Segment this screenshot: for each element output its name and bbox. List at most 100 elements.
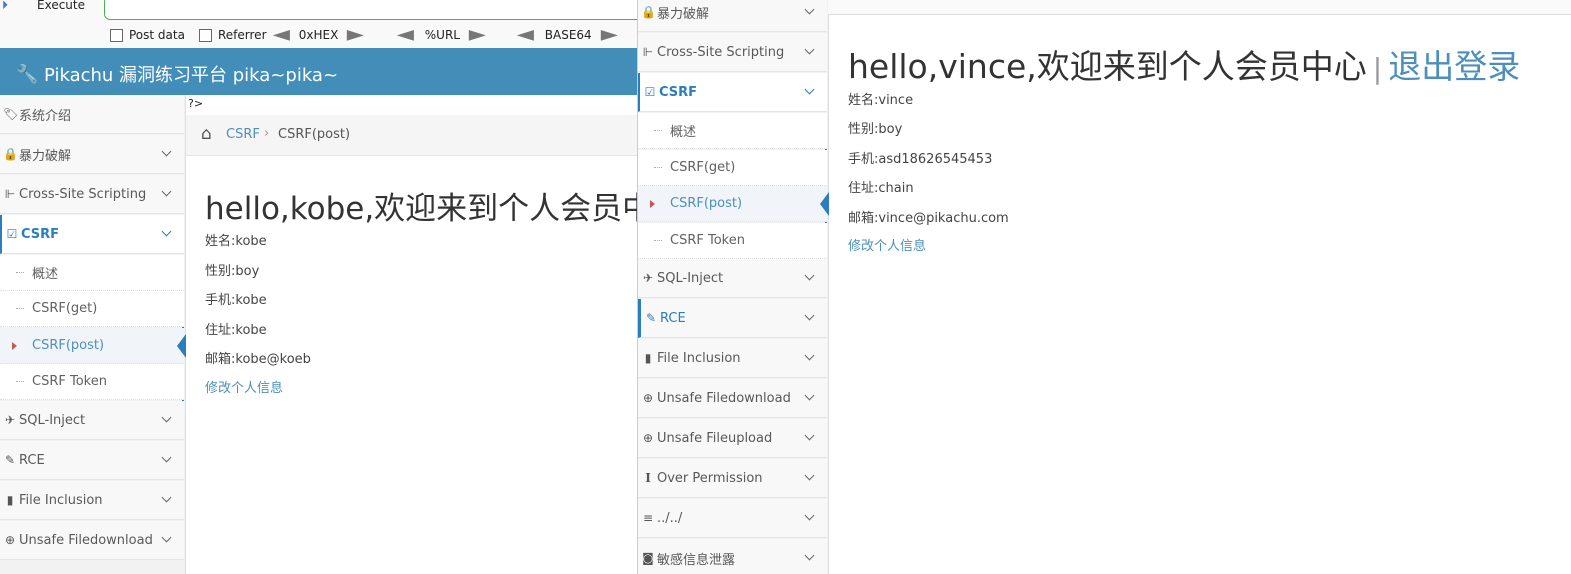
sidebar-item-intro[interactable]: 🏷 系统介绍 [0, 95, 184, 134]
user-address: 住址:kobe [205, 323, 267, 338]
active-pointer-icon [820, 192, 829, 216]
edit-icon: ☑ [644, 85, 656, 99]
chevron-down-icon [805, 393, 815, 403]
submenu-label: 概述 [32, 267, 59, 282]
sidebar-item-dir-traversal[interactable]: ≡ ../../ [638, 499, 827, 538]
sidebar-item-unsafe-filedownload[interactable]: ⊕ Unsafe Filedownload [0, 521, 184, 560]
chevron-down-icon [805, 473, 815, 483]
sidebar-item-label: RCE [660, 310, 686, 326]
sidebar-item-file-inclusion[interactable]: ▮ File Inclusion [638, 339, 827, 378]
referrer-checkbox[interactable]: Referrer [199, 28, 267, 42]
welcome-heading: hello,kobe,欢迎来到个人会员中 [205, 191, 640, 227]
plane-icon: ✈ [642, 271, 654, 285]
sidebar-item-csrf[interactable]: ☑ CSRF [638, 73, 827, 112]
file-icon: ▮ [6, 493, 14, 507]
sidebar-item-brute-force[interactable]: 🔒 暴力破解 [0, 135, 184, 174]
chevron-down-icon [805, 47, 815, 57]
chevron-down-icon [162, 535, 172, 545]
sidebar-item-label: Unsafe Filedownload [657, 390, 791, 406]
sidebar-item-sqli[interactable]: ✈ SQL-Inject [0, 401, 184, 440]
sidebar-item-label: Unsafe Fileupload [657, 430, 773, 446]
tag-icon: 🏷 [3, 107, 19, 121]
php-closing-tag: ?> [188, 97, 204, 110]
sidebar-item-unsafe-fileupload[interactable]: ⊕ Unsafe Fileupload [638, 419, 827, 458]
submenu-item-overview[interactable]: 概述 [0, 255, 184, 291]
submenu-label: CSRF Token [32, 374, 107, 389]
sidebar-item-over-permission[interactable]: I Over Permission [638, 459, 827, 498]
submenu-label: CSRF(post) [670, 196, 743, 211]
edit-profile-link[interactable]: 修改个人信息 [848, 235, 926, 254]
sidebar-item-sqli[interactable]: ✈ SQL-Inject [638, 259, 827, 298]
submenu-item-csrf-get[interactable]: CSRF(get) [638, 150, 827, 186]
csrf-submenu: 概述 CSRF(get) CSRF(post) CSRF Token [0, 255, 186, 401]
submenu-item-csrf-post[interactable]: CSRF(post) [638, 186, 829, 222]
submenu-item-csrf-token[interactable]: CSRF Token [638, 223, 827, 259]
sidebar-item-rce[interactable]: ✎ RCE [0, 441, 184, 480]
url-encode-button[interactable]: ◀ %URL ▶ [397, 27, 486, 43]
checkbox-box[interactable] [199, 28, 212, 42]
submenu-label: 概述 [670, 125, 697, 140]
sidebar-item-label: 暴力破解 [657, 6, 710, 22]
download-icon: ⊕ [4, 533, 16, 547]
post-data-checkbox[interactable]: Post data [110, 28, 185, 42]
sidebar-item-unsafe-filedownload[interactable]: ⊕ Unsafe Filedownload [638, 379, 827, 418]
user-sex: 性别:boy [848, 122, 903, 137]
key-icon: 🔧 [16, 63, 39, 85]
sidebar-item-info-leak[interactable]: ◙ 敏感信息泄露 [638, 539, 827, 574]
lock-icon: 🔒 [3, 147, 18, 161]
dotted-connector [16, 272, 24, 273]
camera-icon: ◙ [642, 551, 654, 565]
chevron-down-icon [162, 415, 172, 425]
sidebar-item-csrf[interactable]: ☑ CSRF [0, 215, 184, 254]
chevron-down-icon [805, 7, 815, 17]
csrf-submenu: 概述 CSRF(get) CSRF(post) CSRF Token [638, 113, 829, 259]
pencil-icon: ✎ [4, 453, 16, 467]
submenu-label: CSRF(get) [670, 160, 736, 175]
sidebar-item-xss[interactable]: ⊩ Cross-Site Scripting [0, 175, 184, 214]
edit-profile-link[interactable]: 修改个人信息 [205, 377, 283, 396]
brand[interactable]: 🔧 Pikachu 漏洞练习平台 pika~pika~ [16, 61, 338, 87]
execute-button[interactable]: Execute [37, 0, 85, 12]
submenu-label: CSRF(post) [32, 338, 105, 353]
submenu-item-csrf-token[interactable]: CSRF Token [0, 364, 184, 400]
chevron-down-icon [162, 495, 172, 505]
sidebar-item-label: 系统介绍 [19, 108, 72, 124]
heading-separator: | [1372, 52, 1383, 85]
submenu-item-csrf-get[interactable]: CSRF(get) [0, 291, 184, 327]
right-arrow-icon: ▶ [600, 27, 618, 43]
url-label: %URL [424, 28, 460, 42]
dotted-connector [16, 308, 24, 309]
edit-icon: ☑ [6, 227, 18, 241]
chevron-down-icon [805, 87, 815, 97]
left-arrow-icon: ◀ [516, 27, 535, 43]
chevron-down-icon [805, 513, 815, 523]
active-bullet-icon [650, 200, 655, 208]
user-name: 姓名:vince [848, 93, 914, 108]
home-icon[interactable]: ⌂ [201, 124, 212, 144]
sidebar-item-label: SQL-Inject [19, 412, 86, 428]
sidebar-item-xss[interactable]: ⊩ Cross-Site Scripting [638, 33, 827, 72]
submenu-item-csrf-post[interactable]: CSRF(post) [0, 328, 186, 364]
left-sidebar: 🏷 系统介绍 🔒 暴力破解 ⊩ Cross-Site Scripting ☑ C… [0, 95, 186, 574]
submenu-item-overview[interactable]: 概述 [638, 113, 827, 149]
hackbar-url-input[interactable] [104, 0, 640, 20]
breadcrumb-separator: › [264, 126, 270, 141]
checkbox-box[interactable] [110, 28, 123, 42]
chevron-down-icon [162, 455, 172, 465]
submenu-label: CSRF(get) [32, 301, 98, 316]
logout-link[interactable]: 退出登录 [1388, 47, 1520, 86]
hex-encode-button[interactable]: ◀ 0xHEX ▶ [272, 27, 365, 43]
sidebar-item-file-inclusion[interactable]: ▮ File Inclusion [0, 481, 184, 520]
execute-icon[interactable]: ⏵ [2, 0, 18, 12]
left-arrow-icon: ◀ [272, 27, 291, 43]
breadcrumb-current: CSRF(post) [278, 127, 351, 142]
hex-label: 0xHEX [298, 28, 339, 42]
base64-encode-button[interactable]: ◀ BASE64 ▶ [516, 27, 618, 43]
chevron-down-icon [805, 553, 815, 563]
dotted-connector [654, 240, 662, 241]
sidebar-item-rce[interactable]: ✎ RCE [638, 299, 827, 338]
sidebar-item-brute-force[interactable]: 🔒 暴力破解 [638, 0, 827, 32]
lock-icon: 🔒 [641, 5, 656, 19]
xss-icon: ⊩ [642, 45, 654, 59]
breadcrumb-link-csrf[interactable]: CSRF [226, 127, 260, 142]
